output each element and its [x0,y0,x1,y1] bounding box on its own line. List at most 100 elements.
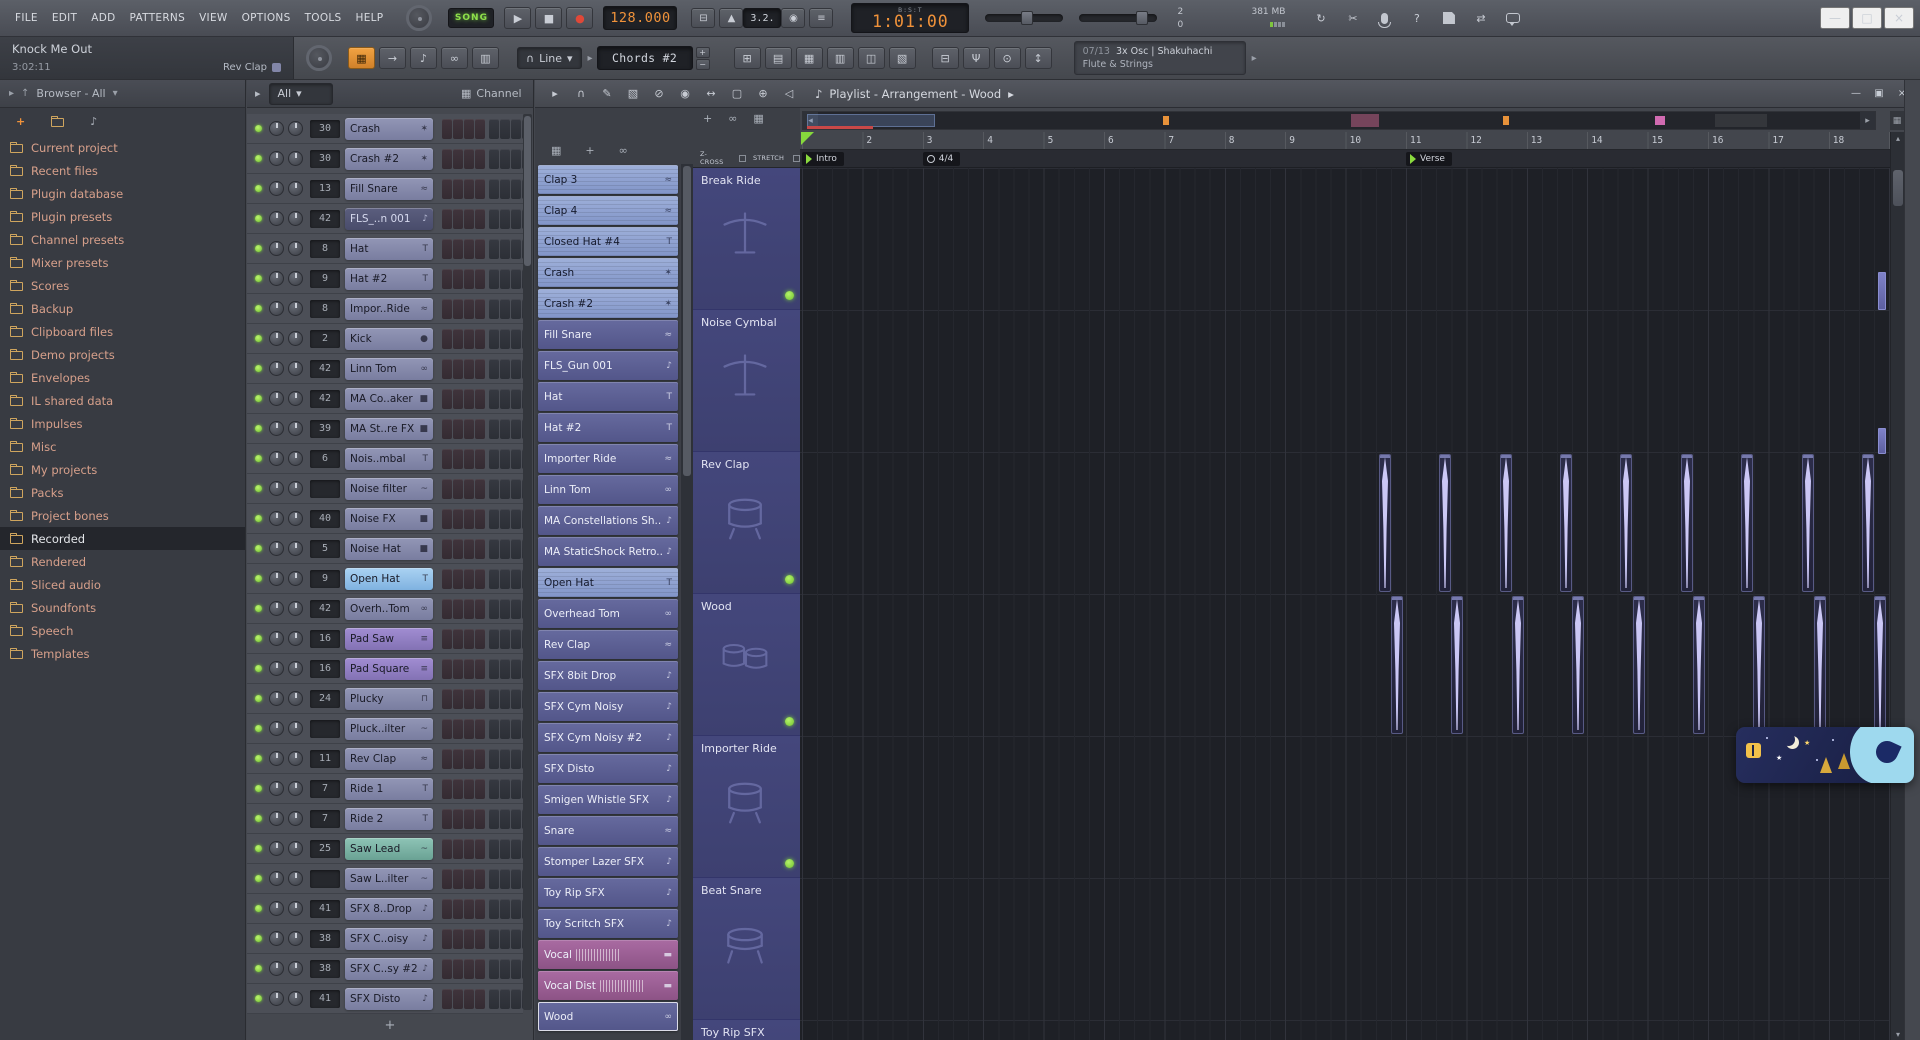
chat-button[interactable] [1499,7,1526,29]
mixer-target-display[interactable]: 9 [310,570,340,588]
step-cell[interactable] [464,629,474,649]
step-cell[interactable] [464,209,474,229]
picker-item-smigen-whistle-sfx[interactable]: Smigen Whistle SFX♪ [538,785,678,814]
slip-tool-button[interactable]: ↔ [699,84,723,104]
play-button[interactable]: ▶ [504,7,531,29]
rack-menu-icon[interactable]: ▸ [255,87,261,100]
channel-button-overh-tom[interactable]: Overh..Tom∞ [345,598,433,620]
volume-knob[interactable] [288,271,303,286]
volume-knob[interactable] [288,421,303,436]
step-cell[interactable] [453,149,463,169]
volume-knob[interactable] [288,571,303,586]
step-cell[interactable] [464,869,474,889]
channel-mute-led[interactable] [255,815,262,822]
step-cell[interactable] [500,149,510,169]
browser-item-demo-projects[interactable]: Demo projects [0,343,245,366]
pan-knob[interactable] [269,121,284,136]
volume-knob[interactable] [288,361,303,376]
step-cell[interactable] [511,359,521,379]
track-header-rev-clap[interactable]: Rev Clap [693,452,800,594]
pan-knob[interactable] [269,271,284,286]
step-cell[interactable] [500,899,510,919]
pan-knob[interactable] [269,211,284,226]
step-cell[interactable] [453,659,463,679]
browser-item-il-shared-data[interactable]: IL shared data [0,389,245,412]
step-cell[interactable] [511,299,521,319]
picker-item-fill-snare[interactable]: Fill Snare≈ [538,320,678,349]
step-cell[interactable] [489,329,499,349]
picker-grid-button[interactable]: ▦ [551,144,561,157]
step-cell[interactable] [475,269,485,289]
step-cell[interactable] [511,689,521,709]
step-cell[interactable] [453,359,463,379]
picker-item-toy-scritch-sfx[interactable]: Toy Scritch SFX♪ [538,909,678,938]
step-cell[interactable] [464,899,474,919]
step-cell[interactable] [475,749,485,769]
pan-knob[interactable] [269,421,284,436]
step-cell[interactable] [442,569,452,589]
track-header-break-ride[interactable]: Break Ride [693,168,800,310]
step-cell[interactable] [464,149,474,169]
step-cell[interactable] [442,119,452,139]
step-cell[interactable] [475,959,485,979]
step-cell[interactable] [453,119,463,139]
step-cell[interactable] [475,989,485,1009]
menu-options[interactable]: OPTIONS [235,8,298,28]
zoom-tool-button[interactable]: ⊕ [751,84,775,104]
step-cell[interactable] [475,569,485,589]
step-cell[interactable] [500,779,510,799]
channel-button-noise-filter[interactable]: Noise filter~ [345,478,433,500]
step-cell[interactable] [489,659,499,679]
volume-knob[interactable] [288,991,303,1006]
step-cell[interactable] [500,119,510,139]
channel-button-linn-tom[interactable]: Linn Tom∞ [345,358,433,380]
step-edit-button[interactable]: ≡ [809,8,833,28]
step-cell[interactable] [475,419,485,439]
step-cell[interactable] [464,179,474,199]
mixer-target-display[interactable]: 42 [310,600,340,618]
view-browser-button[interactable]: ◫ [858,47,885,69]
browser-item-soundfonts[interactable]: Soundfonts [0,596,245,619]
step-cell[interactable] [442,179,452,199]
step-cell[interactable] [500,809,510,829]
step-cell[interactable] [442,239,452,259]
audio-clip-wood[interactable] [1693,596,1705,734]
step-cell[interactable] [475,149,485,169]
pattern-menu-icon[interactable]: ▸ [588,53,593,64]
browser-item-mixer-presets[interactable]: Mixer presets [0,251,245,274]
channel-button-impor-ride[interactable]: Impor..Ride≈ [345,298,433,320]
volume-knob[interactable] [288,301,303,316]
maximize-button[interactable]: □ [1852,7,1882,29]
pan-knob[interactable] [269,571,284,586]
delete-tool-button[interactable]: ⊘ [647,84,671,104]
browser-dropdown-icon[interactable]: ▾ [113,88,118,99]
mixer-target-display[interactable]: 8 [310,300,340,318]
step-cell[interactable] [475,779,485,799]
mixer-target-display[interactable]: 8 [310,240,340,258]
view-playlist-button[interactable]: ⊞ [734,47,761,69]
track-mute-led[interactable] [785,291,794,300]
picker-item-ma-staticshock-retro[interactable]: MA StaticShock Retro..♪ [538,537,678,566]
step-cell[interactable] [489,989,499,1009]
browser-folder-button[interactable] [51,116,64,127]
channel-button-sfx-c-oisy[interactable]: SFX C..oisy♪ [345,928,433,950]
step-cell[interactable] [511,209,521,229]
step-cell[interactable] [453,989,463,1009]
swap-button[interactable]: ↕ [1025,47,1052,69]
volume-knob[interactable] [288,391,303,406]
step-cell[interactable] [442,839,452,859]
playlist-title[interactable]: ♪ Playlist - Arrangement - Wood ▸ [815,87,1014,101]
step-cell[interactable] [511,449,521,469]
pan-knob[interactable] [269,301,284,316]
step-cell[interactable] [475,389,485,409]
channel-mute-led[interactable] [255,605,262,612]
audio-clip-wood[interactable] [1512,596,1524,734]
step-cell[interactable] [464,539,474,559]
rack-scrollbar[interactable] [523,114,532,1010]
track-header-importer-ride[interactable]: Importer Ride [693,736,800,878]
pan-knob[interactable] [269,751,284,766]
link-button[interactable]: ∞ [441,47,468,69]
arrow-tool-button[interactable]: → [379,47,406,69]
channel-mute-led[interactable] [255,425,262,432]
channel-mute-led[interactable] [255,875,262,882]
